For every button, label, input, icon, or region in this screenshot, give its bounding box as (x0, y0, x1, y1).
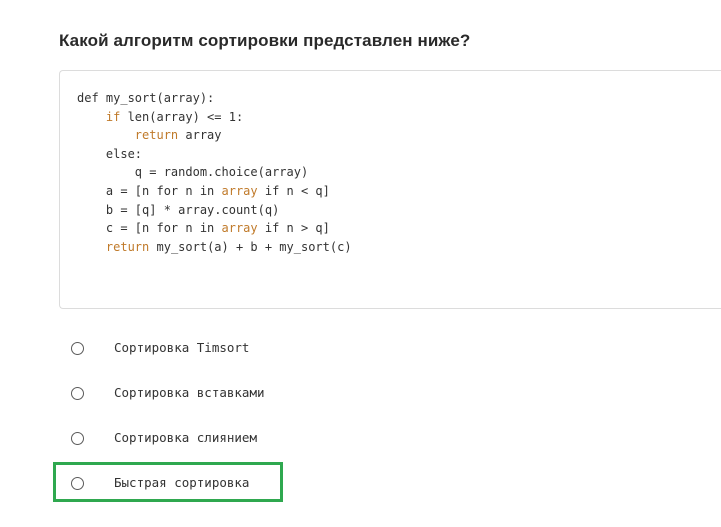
code-keyword: return (105, 239, 150, 254)
code-text: my_sort(a) + b + my_sort(c) (149, 239, 352, 254)
code-text: array (178, 128, 222, 143)
code-text: def my_sort(array): (77, 91, 215, 105)
code-text: q = random.choice(array) (77, 165, 309, 180)
code-line: return array (77, 126, 352, 145)
option-merge-sort[interactable]: Сортировка слиянием (55, 416, 355, 461)
radio-button[interactable] (71, 387, 84, 400)
code-line: c = [n for n in array if n > q] (77, 219, 352, 238)
code-text: len(array) <= 1: (120, 109, 244, 124)
radio-button[interactable] (71, 432, 84, 445)
option-label: Сортировка слиянием (114, 430, 257, 445)
question-title: Какой алгоритм сортировки представлен ни… (59, 31, 471, 50)
code-listing: def my_sort(array): if len(array) <= 1: … (77, 89, 352, 256)
option-label: Сортировка вставками (114, 385, 265, 400)
radio-button[interactable] (71, 477, 84, 490)
code-text: c = [n for n in (77, 221, 222, 236)
code-text: else: (77, 146, 143, 161)
option-quick-sort[interactable]: Быстрая сортировка (55, 461, 355, 506)
code-block: def my_sort(array): if len(array) <= 1: … (59, 70, 721, 309)
code-keyword: array (221, 183, 258, 198)
code-line: else: (77, 145, 352, 164)
code-line: def my_sort(array): (77, 89, 352, 108)
code-keyword: if (105, 109, 121, 124)
code-text: a = [n for n in (77, 183, 222, 198)
quiz-page: Какой алгоритм сортировки представлен ни… (0, 0, 721, 527)
code-line: a = [n for n in array if n < q] (77, 182, 352, 201)
option-timsort[interactable]: Сортировка Timsort (55, 326, 355, 371)
code-text: if n < q] (257, 183, 330, 198)
option-insertion-sort[interactable]: Сортировка вставками (55, 371, 355, 416)
option-label: Сортировка Timsort (114, 340, 250, 355)
code-text: if n > q] (257, 221, 330, 236)
code-keyword: return (134, 128, 179, 143)
radio-button[interactable] (71, 342, 84, 355)
code-line: q = random.choice(array) (77, 163, 352, 182)
code-keyword: array (221, 221, 258, 236)
code-line: return my_sort(a) + b + my_sort(c) (77, 238, 352, 257)
code-line: if len(array) <= 1: (77, 108, 352, 127)
code-text: b = [q] * array.count(q) (77, 202, 280, 217)
option-label: Быстрая сортировка (114, 475, 250, 490)
code-line: b = [q] * array.count(q) (77, 201, 352, 220)
